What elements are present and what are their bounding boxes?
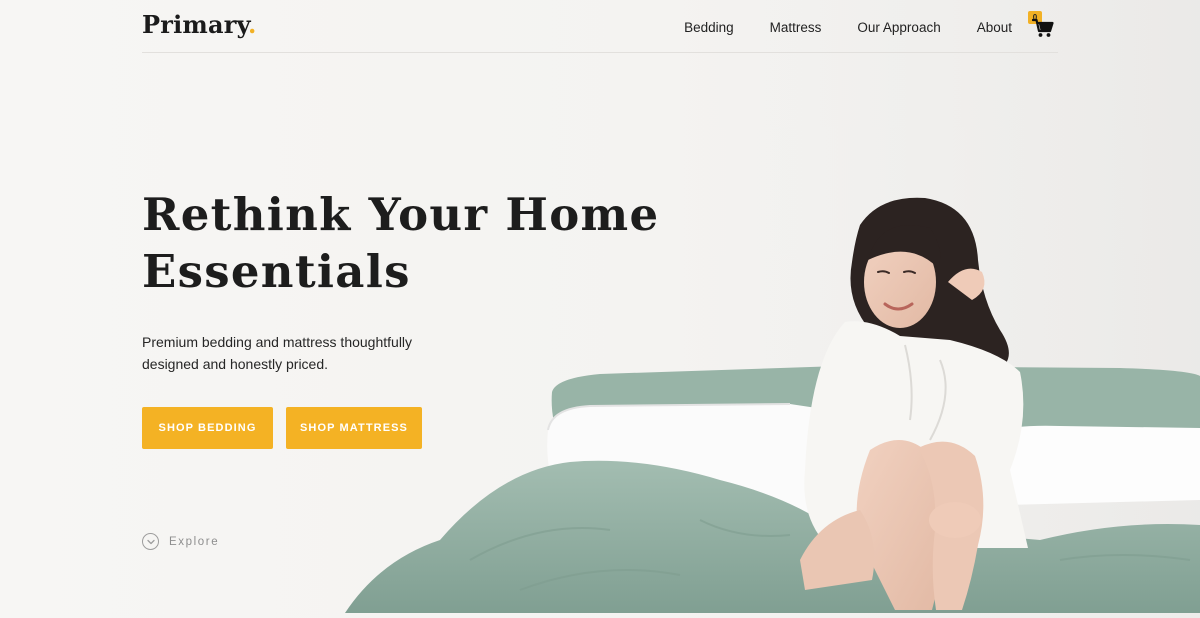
site-header: Primary. Bedding Mattress Our Approach A… xyxy=(142,0,1058,53)
chevron-down-circle-icon xyxy=(142,533,159,550)
main-nav: Bedding Mattress Our Approach About 0 xyxy=(684,11,1058,38)
logo[interactable]: Primary. xyxy=(142,10,257,39)
hero-image xyxy=(0,0,1200,613)
nav-about[interactable]: About xyxy=(977,20,1012,35)
logo-dot: . xyxy=(248,10,257,39)
nav-our-approach[interactable]: Our Approach xyxy=(857,20,940,35)
shopping-cart-icon xyxy=(1032,18,1054,37)
explore-label: Explore xyxy=(169,535,220,548)
explore-link[interactable]: Explore xyxy=(142,533,219,550)
nav-mattress[interactable]: Mattress xyxy=(770,20,822,35)
nav-bedding[interactable]: Bedding xyxy=(684,20,734,35)
shop-bedding-button[interactable]: SHOP BEDDING xyxy=(142,407,273,449)
shop-mattress-button[interactable]: SHOP MATTRESS xyxy=(286,407,422,449)
logo-text: Primary xyxy=(142,10,248,39)
hero-title: Rethink Your Home Essentials xyxy=(142,188,660,298)
cart-button[interactable]: 0 xyxy=(1028,11,1058,38)
hero-subtitle: Premium bedding and mattress thoughtfull… xyxy=(142,334,413,372)
